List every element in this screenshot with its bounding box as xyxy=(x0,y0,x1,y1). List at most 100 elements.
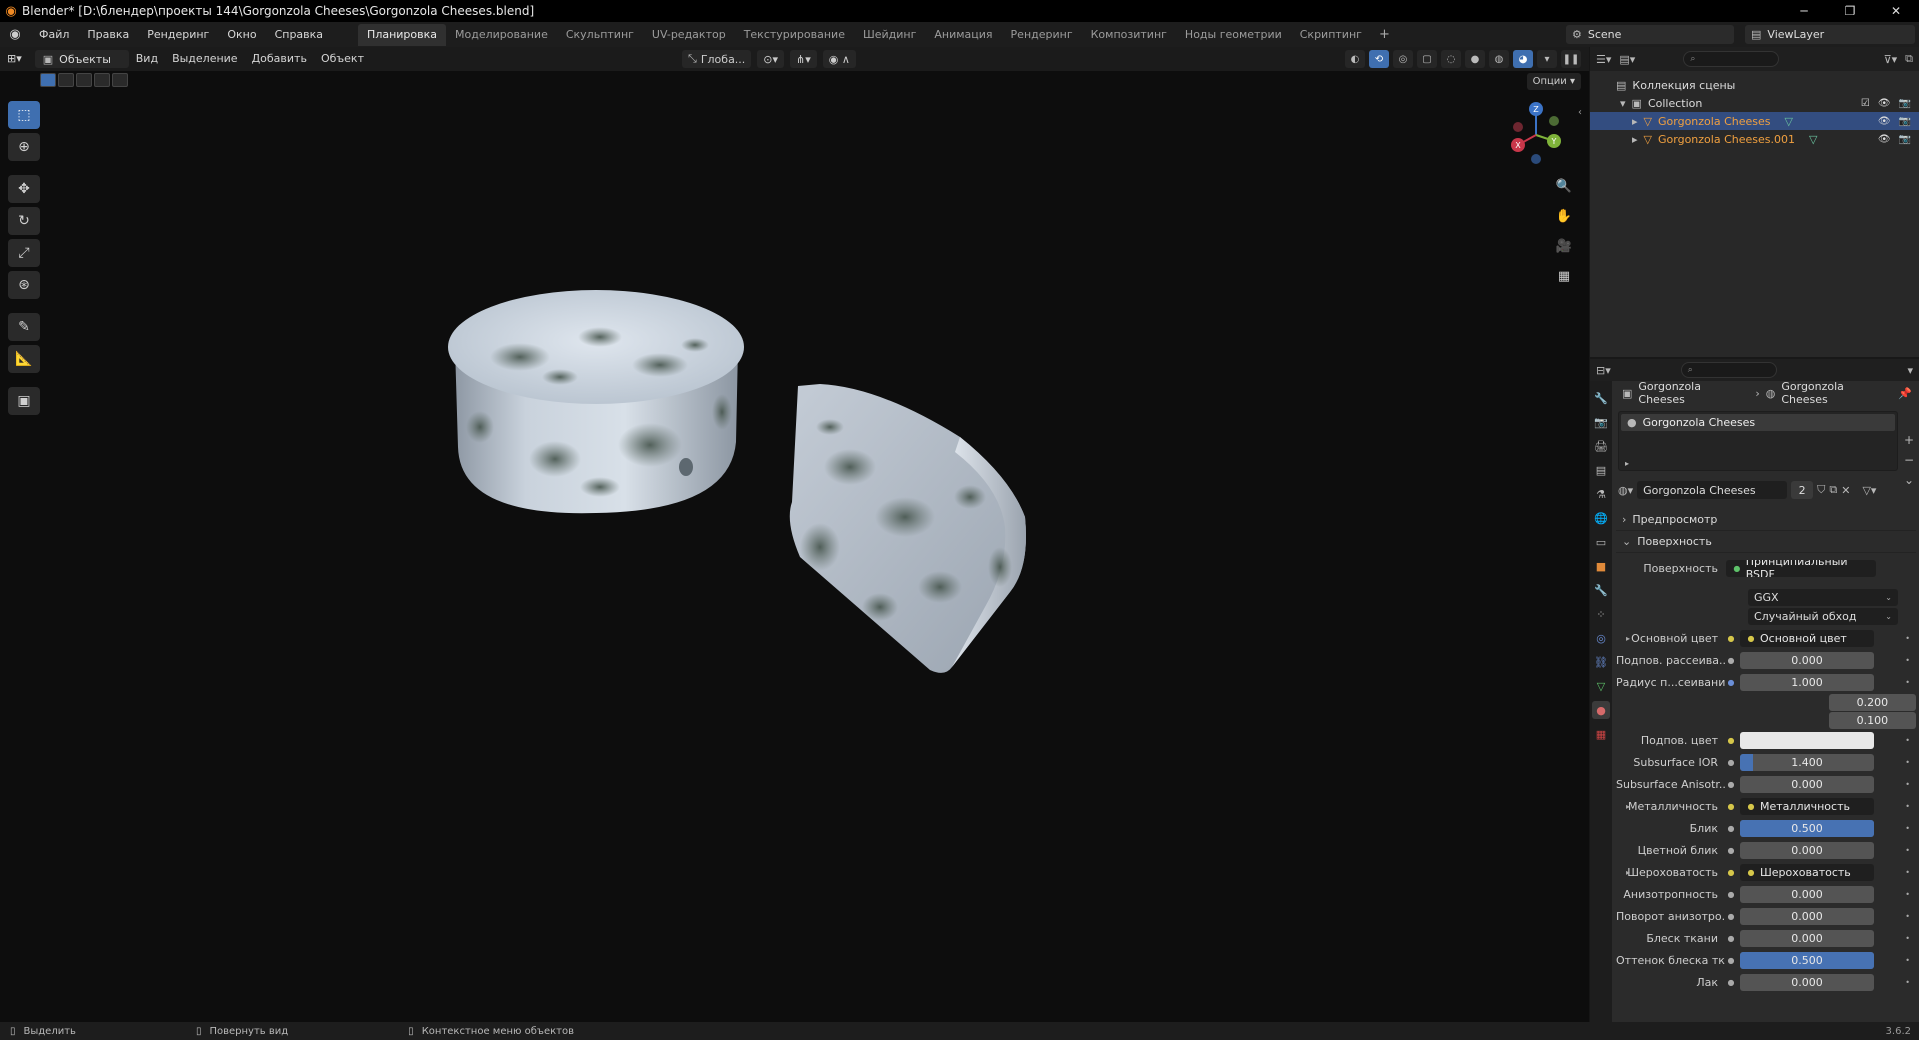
linked-input-field[interactable]: ● Основной цвет xyxy=(1740,629,1874,647)
measure-tool-icon[interactable]: 📐 xyxy=(8,345,40,373)
cheese-wedge[interactable] xyxy=(789,384,1026,673)
keyframe-icon[interactable]: • xyxy=(1905,678,1910,687)
outliner-object-row[interactable]: ▸ ▽ Gorgonzola Cheeses.001 ▽ 👁 📷 xyxy=(1590,130,1919,148)
solid-shading-icon[interactable]: ● xyxy=(1465,50,1485,68)
linked-input-field[interactable]: ● Шероховатость xyxy=(1740,863,1874,881)
keyframe-icon[interactable]: • xyxy=(1905,868,1910,877)
material-slot-list[interactable]: ● Gorgonzola Cheeses ▸ xyxy=(1618,411,1898,471)
rotate-tool-icon[interactable]: ↻ xyxy=(8,207,40,235)
properties-search-input[interactable]: ⌕ xyxy=(1680,362,1777,378)
pin-icon[interactable]: 📌 xyxy=(1898,387,1912,400)
camera-view-icon[interactable]: 🎥 xyxy=(1553,235,1575,257)
tab-compositing[interactable]: Композитинг xyxy=(1082,24,1176,46)
material-browse-icon[interactable]: ◍▾ xyxy=(1618,484,1633,497)
select-invert-button[interactable] xyxy=(94,73,110,87)
texture-tab-icon[interactable]: ▦ xyxy=(1592,725,1610,743)
navigation-gizmo[interactable]: Z Y X xyxy=(1504,101,1568,165)
transform-tool-icon[interactable]: ⊛ xyxy=(8,271,40,299)
perspective-grid-icon[interactable]: ▦ xyxy=(1553,265,1575,287)
checkbox-icon[interactable]: ☑ xyxy=(1861,98,1870,109)
outliner-collection[interactable]: ▾ ▣ Collection ☑ 👁 📷 xyxy=(1590,94,1919,112)
outliner-scene-collection[interactable]: ▤ Коллекция сцены xyxy=(1590,76,1919,94)
keyframe-icon[interactable]: • xyxy=(1905,758,1910,767)
socket-icon[interactable]: ● xyxy=(1726,977,1736,987)
numeric-field[interactable]: 0.200 xyxy=(1828,693,1916,711)
camera-icon[interactable]: 📷 xyxy=(1899,134,1911,145)
socket-icon[interactable]: ● xyxy=(1726,735,1736,745)
link-mode-icon[interactable]: ▽▾ xyxy=(1862,484,1876,497)
zoom-icon[interactable]: 🔍 xyxy=(1553,175,1575,197)
transform-orientation-select[interactable]: ⤡ Глоба... xyxy=(682,50,752,68)
visibility-icon[interactable]: ◐ xyxy=(1345,50,1365,68)
outliner-object-row[interactable]: ▸ ▽ Gorgonzola Cheeses ▽ 👁 📷 xyxy=(1590,112,1919,130)
expand-arrow-icon[interactable]: ▸ xyxy=(1632,133,1638,146)
socket-icon[interactable]: ● xyxy=(1726,757,1736,767)
object-tab-icon[interactable]: ■ xyxy=(1592,557,1610,575)
material-tab-icon[interactable]: ● xyxy=(1592,701,1610,719)
numeric-field[interactable]: 0.000 xyxy=(1740,885,1874,903)
socket-icon[interactable]: ● xyxy=(1726,823,1736,833)
keyframe-icon[interactable]: • xyxy=(1905,956,1910,965)
scene-tab-icon[interactable]: ⚗ xyxy=(1592,485,1610,503)
physics-tab-icon[interactable]: ◎ xyxy=(1592,629,1610,647)
world-tab-icon[interactable]: 🌐 xyxy=(1592,509,1610,527)
socket-icon[interactable]: ● xyxy=(1726,677,1736,687)
keyframe-icon[interactable]: • xyxy=(1905,736,1910,745)
menu-view[interactable]: Вид xyxy=(129,47,165,71)
numeric-field[interactable]: 0.500 xyxy=(1740,819,1874,837)
collection-tab-icon[interactable]: ▭ xyxy=(1592,533,1610,551)
remove-slot-button[interactable]: − xyxy=(1904,453,1914,467)
surface-panel-header[interactable]: ⌄ Поверхность xyxy=(1616,531,1916,553)
numeric-field[interactable]: 0.000 xyxy=(1740,651,1874,669)
view-layer-selector[interactable]: ▤ ViewLayer xyxy=(1745,25,1915,44)
keyframe-icon[interactable]: • xyxy=(1905,656,1910,665)
chevron-down-icon[interactable]: ▾ xyxy=(1907,364,1913,377)
expand-arrow-icon[interactable]: ▸ xyxy=(1626,868,1630,877)
socket-icon[interactable] xyxy=(1696,697,1703,707)
menu-file[interactable]: Файл xyxy=(30,22,78,47)
particles-tab-icon[interactable]: ⁘ xyxy=(1592,605,1610,623)
modifier-tab-icon[interactable]: 🔧 xyxy=(1592,581,1610,599)
linked-input-field[interactable]: ● Металличность xyxy=(1740,797,1874,815)
rendered-shading-icon[interactable]: ◕ xyxy=(1513,50,1533,68)
cursor-tool-icon[interactable]: ⊕ xyxy=(8,133,40,161)
tab-texture-paint[interactable]: Текстурирование xyxy=(735,24,854,46)
numeric-field[interactable]: 0.000 xyxy=(1740,973,1874,991)
outliner-search-input[interactable]: ⌕ xyxy=(1683,51,1780,67)
socket-icon[interactable]: ● xyxy=(1726,845,1736,855)
tab-geometry-nodes[interactable]: Ноды геометрии xyxy=(1176,24,1291,46)
select-box-tool-icon[interactable]: ⬚ xyxy=(8,101,40,129)
camera-icon[interactable]: 📷 xyxy=(1899,98,1911,109)
socket-icon[interactable]: ● xyxy=(1726,633,1736,643)
unlink-icon[interactable]: ✕ xyxy=(1841,484,1850,497)
menu-render[interactable]: Рендеринг xyxy=(138,22,218,47)
tab-modeling[interactable]: Моделирование xyxy=(446,24,557,46)
expand-arrow-icon[interactable]: ▸ xyxy=(1632,115,1638,128)
keyframe-icon[interactable]: • xyxy=(1905,978,1910,987)
tab-sculpting[interactable]: Скульптинг xyxy=(557,24,643,46)
subsurface-method-select[interactable]: Случайный обход ⌄ xyxy=(1748,608,1898,625)
color-swatch[interactable] xyxy=(1740,731,1874,749)
eye-icon[interactable]: 👁 xyxy=(1878,116,1891,127)
eye-icon[interactable]: 👁 xyxy=(1878,134,1891,145)
select-extend-button[interactable] xyxy=(58,73,74,87)
eye-icon[interactable]: 👁 xyxy=(1878,98,1891,109)
fake-user-icon[interactable]: ⛉ xyxy=(1817,483,1825,497)
tab-shading[interactable]: Шейдинг xyxy=(854,24,925,46)
numeric-field[interactable]: 1.000 xyxy=(1740,673,1874,691)
gizmo-toggle-icon[interactable]: ⟲ xyxy=(1369,50,1389,68)
numeric-field[interactable]: 0.000 xyxy=(1740,929,1874,947)
options-button[interactable]: Опции ▾ xyxy=(1526,73,1581,90)
tab-rendering[interactable]: Рендеринг xyxy=(1002,24,1082,46)
socket-icon[interactable]: ● xyxy=(1726,779,1736,789)
pause-render-icon[interactable]: ❚❚ xyxy=(1561,50,1581,68)
3d-viewport[interactable]: ⊞▾ ▣ Объекты Вид Выделение Добавить Объе… xyxy=(0,47,1589,1022)
numeric-field[interactable]: 0.500 xyxy=(1740,951,1874,969)
maximize-button[interactable]: ❐ xyxy=(1827,0,1873,22)
menu-add[interactable]: Добавить xyxy=(245,47,314,71)
menu-help[interactable]: Справка xyxy=(266,22,332,47)
socket-icon[interactable]: ● xyxy=(1726,889,1736,899)
tab-layout[interactable]: Планировка xyxy=(358,23,447,46)
socket-icon[interactable]: ● xyxy=(1726,801,1736,811)
numeric-field[interactable]: 1.400 xyxy=(1740,753,1874,771)
